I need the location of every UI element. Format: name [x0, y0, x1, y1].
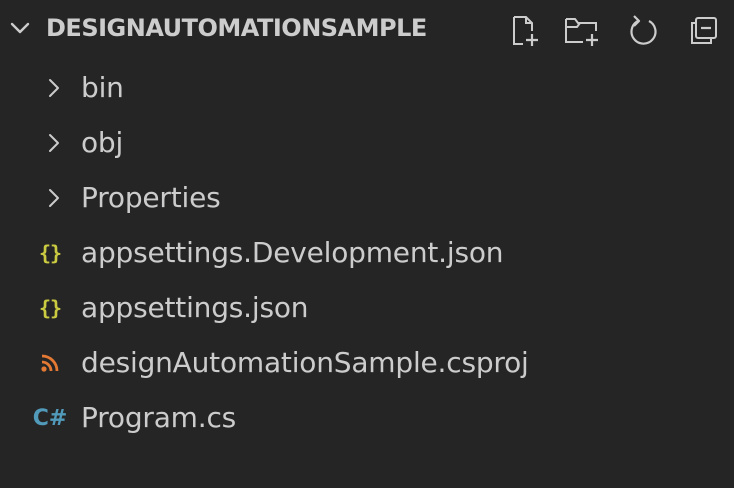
csharp-file-icon: C#: [32, 405, 68, 431]
folder-row-properties[interactable]: Properties: [0, 172, 734, 224]
rss-file-icon: [34, 349, 66, 377]
folder-label: obj: [81, 126, 124, 159]
folder-label: Properties: [81, 181, 221, 214]
refresh-button[interactable]: [623, 12, 663, 50]
file-label: Program.cs: [81, 401, 237, 434]
file-row-appsettings-json[interactable]: {} appsettings.json: [0, 282, 734, 334]
file-row-appsettings-development-json[interactable]: {} appsettings.Development.json: [0, 227, 734, 279]
new-file-icon: [513, 16, 538, 46]
json-file-icon: {}: [38, 241, 62, 265]
file-row-csproj[interactable]: designAutomationSample.csproj: [0, 337, 734, 389]
file-label: designAutomationSample.csproj: [81, 346, 529, 379]
new-file-button[interactable]: [505, 12, 545, 50]
folder-label: bin: [81, 71, 124, 104]
new-folder-button[interactable]: [563, 12, 603, 50]
folder-row-obj[interactable]: obj: [0, 117, 734, 169]
chevron-right-icon[interactable]: [44, 131, 64, 155]
file-label: appsettings.Development.json: [81, 236, 504, 269]
folder-row-bin[interactable]: bin: [0, 62, 734, 114]
explorer-section-header[interactable]: DESIGNAUTOMATIONSAMPLE: [0, 0, 734, 62]
refresh-icon: [630, 15, 657, 45]
chevron-down-icon[interactable]: [8, 16, 32, 40]
explorer-panel: DESIGNAUTOMATIONSAMPLE bin obj Propertie…: [0, 0, 734, 488]
json-file-icon: {}: [38, 296, 62, 320]
chevron-right-icon[interactable]: [44, 186, 64, 210]
collapse-all-icon: [691, 17, 717, 44]
new-folder-icon: [565, 18, 598, 46]
file-label: appsettings.json: [81, 291, 309, 324]
file-row-program-cs[interactable]: C# Program.cs: [0, 392, 734, 444]
explorer-title: DESIGNAUTOMATIONSAMPLE: [46, 14, 427, 42]
collapse-all-button[interactable]: [684, 12, 724, 50]
chevron-right-icon[interactable]: [44, 76, 64, 100]
